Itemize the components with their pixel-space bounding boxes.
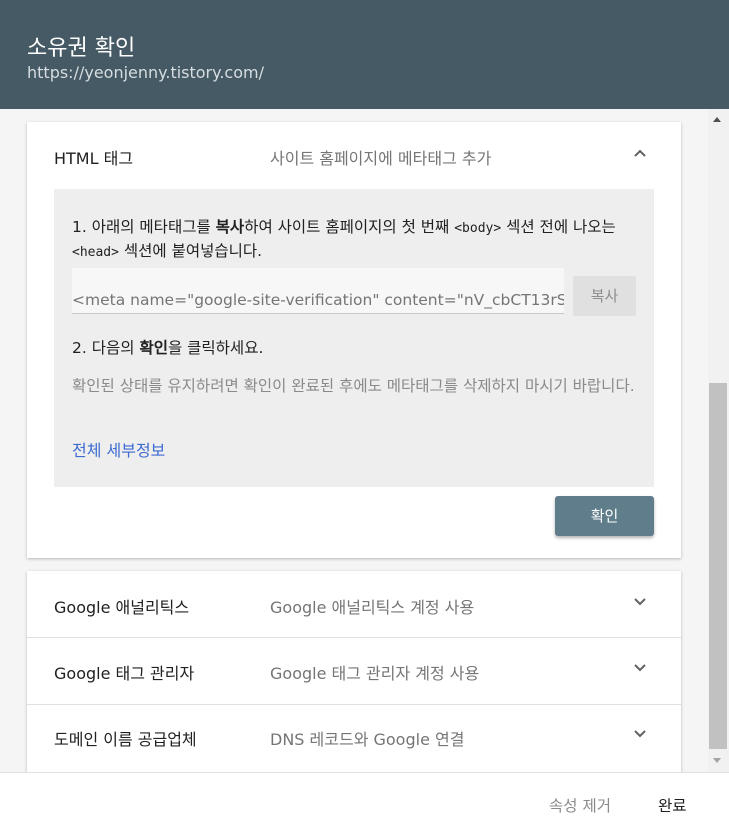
method-description: Google 애널리틱스 계정 사용	[270, 598, 475, 617]
confirm-button[interactable]: 확인	[555, 496, 654, 536]
scrollbar-thumb[interactable]	[709, 383, 727, 749]
property-url: https://yeonjenny.tistory.com/	[27, 63, 264, 82]
dialog-footer: 속성 제거 완료	[0, 772, 729, 832]
dialog-header: 소유권 확인 https://yeonjenny.tistory.com/	[0, 0, 729, 109]
scroll-up-arrow-icon[interactable]	[713, 117, 721, 122]
chevron-down-icon[interactable]	[634, 730, 646, 741]
meta-tag-field[interactable]: <meta name="google-site-verification" co…	[72, 268, 564, 314]
step-1-text: 1. 아래의 메타태그를 복사하여 사이트 홈페이지의 첫 번째 <body> …	[72, 218, 616, 260]
chevron-up-icon[interactable]	[634, 149, 646, 160]
method-name: 도메인 이름 공급업체	[54, 730, 197, 749]
method-description: DNS 레코드와 Google 연결	[270, 730, 465, 749]
copy-button[interactable]: 복사	[573, 276, 636, 316]
method-row-google-tag-manager[interactable]: Google 태그 관리자 Google 태그 관리자 계정 사용	[27, 637, 681, 703]
meta-tag-value: <meta name="google-site-verification" co…	[72, 291, 564, 309]
keep-tag-note: 확인된 상태를 유지하려면 확인이 완료된 후에도 메타태그를 삭제하지 마시기…	[72, 377, 635, 395]
method-row-google-analytics[interactable]: Google 애널리틱스 Google 애널리틱스 계정 사용	[27, 571, 681, 637]
chevron-down-icon[interactable]	[634, 598, 646, 609]
method-description: 사이트 홈페이지에 메타태그 추가	[270, 149, 492, 168]
remove-property-button[interactable]: 속성 제거	[549, 794, 611, 816]
method-name: Google 태그 관리자	[54, 664, 195, 683]
step-2-text: 2. 다음의 확인을 클릭하세요.	[72, 339, 264, 357]
method-description: Google 태그 관리자 계정 사용	[270, 664, 480, 683]
verification-methods-list: HTML 태그 사이트 홈페이지에 메타태그 추가 1. 아래의 메타태그를 복…	[0, 109, 729, 772]
full-details-link[interactable]: 전체 세부정보	[72, 437, 165, 461]
html-tag-panel: HTML 태그 사이트 홈페이지에 메타태그 추가 1. 아래의 메타태그를 복…	[27, 122, 681, 558]
vertical-scrollbar[interactable]	[708, 109, 729, 772]
html-tag-header[interactable]: HTML 태그 사이트 홈페이지에 메타태그 추가	[27, 122, 681, 188]
dialog-title: 소유권 확인	[27, 36, 136, 61]
method-name: HTML 태그	[54, 149, 134, 168]
other-methods-panel: Google 애널리틱스 Google 애널리틱스 계정 사용 Google 태…	[27, 571, 681, 772]
method-row-domain-provider[interactable]: 도메인 이름 공급업체 DNS 레코드와 Google 연결	[27, 703, 681, 769]
html-tag-instructions: 1. 아래의 메타태그를 복사하여 사이트 홈페이지의 첫 번째 <body> …	[54, 189, 654, 487]
method-name: Google 애널리틱스	[54, 598, 190, 617]
scroll-down-arrow-icon[interactable]	[713, 758, 721, 763]
done-button[interactable]: 완료	[658, 794, 687, 816]
chevron-down-icon[interactable]	[634, 664, 646, 675]
